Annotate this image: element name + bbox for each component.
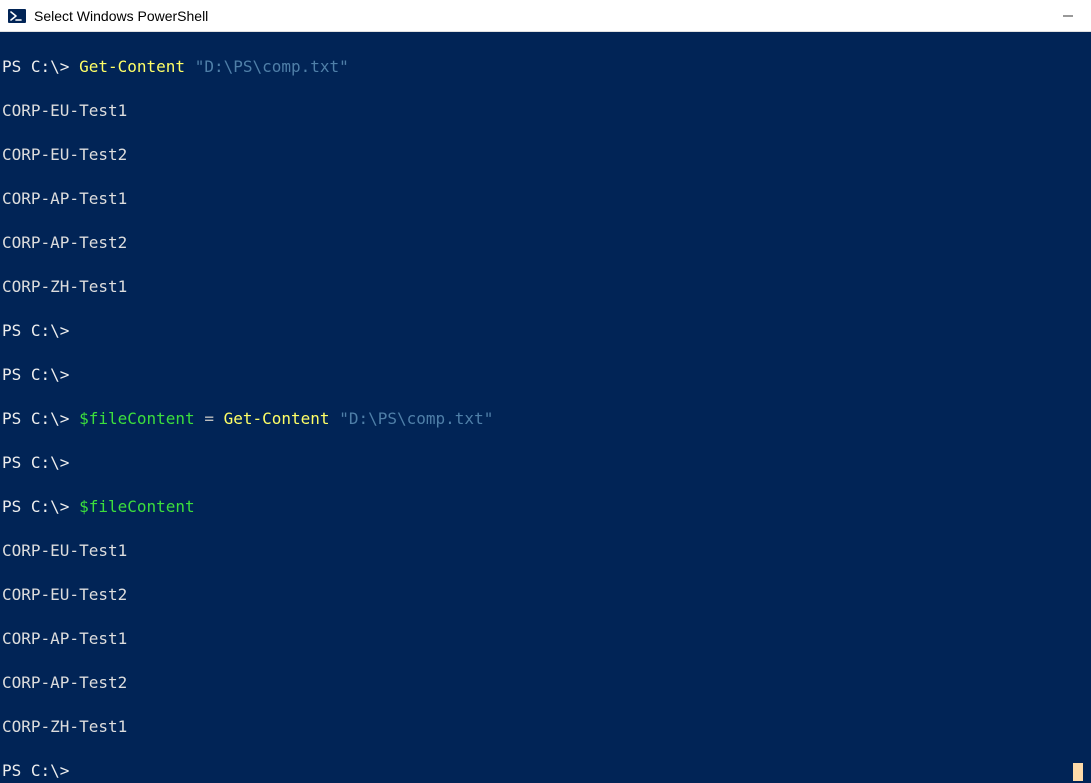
cmd-line: PS C:\> Get-Content "D:\PS\comp.txt" [0,56,1091,78]
prompt-line: PS C:\> [0,364,1091,386]
prompt-line: PS C:\> [0,760,1091,782]
cmd-line: PS C:\> $fileContent = Get-Content "D:\P… [0,408,1091,430]
window-title: Select Windows PowerShell [34,8,208,24]
output-line: CORP-EU-Test2 [0,584,1091,606]
terminal-cursor [1073,763,1083,781]
output-line: CORP-AP-Test2 [0,672,1091,694]
powershell-icon [8,7,26,25]
output-line: CORP-ZH-Test1 [0,276,1091,298]
cmd-line: PS C:\> $fileContent [0,496,1091,518]
output-line: CORP-EU-Test1 [0,100,1091,122]
output-line: CORP-AP-Test2 [0,232,1091,254]
prompt-line: PS C:\> [0,452,1091,474]
output-line: CORP-EU-Test1 [0,540,1091,562]
output-line: CORP-ZH-Test1 [0,716,1091,738]
titlebar[interactable]: Select Windows PowerShell [0,0,1091,32]
window-controls [1045,0,1091,32]
output-line: CORP-AP-Test1 [0,188,1091,210]
minimize-button[interactable] [1045,0,1091,32]
output-line: CORP-AP-Test1 [0,628,1091,650]
terminal-area[interactable]: PS C:\> Get-Content "D:\PS\comp.txt" COR… [0,32,1091,783]
minimize-icon [1062,10,1074,22]
output-line: CORP-EU-Test2 [0,144,1091,166]
prompt-line: PS C:\> [0,320,1091,342]
